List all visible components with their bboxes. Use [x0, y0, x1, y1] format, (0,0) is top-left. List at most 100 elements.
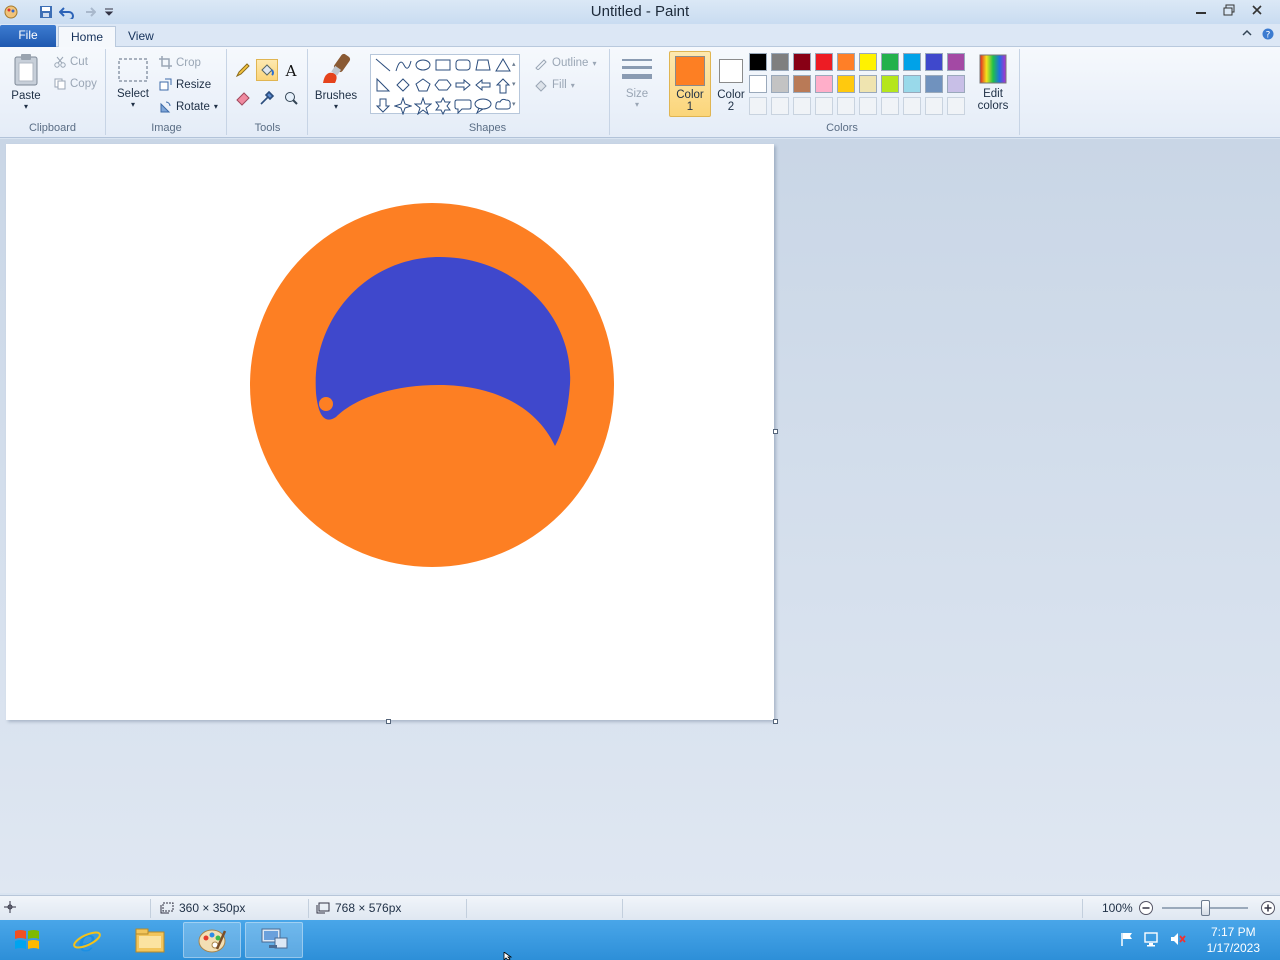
- resize-button[interactable]: Resize: [159, 78, 211, 91]
- outline-button[interactable]: Outline ▾: [534, 56, 596, 70]
- right-arrow-shape[interactable]: [453, 76, 473, 96]
- crop-button[interactable]: Crop: [159, 56, 201, 69]
- palette-swatch[interactable]: [815, 75, 833, 93]
- palette-swatch[interactable]: [859, 75, 877, 93]
- palette-swatch[interactable]: [793, 53, 811, 71]
- palette-swatch[interactable]: [903, 53, 921, 71]
- resize-handle-bottom[interactable]: [386, 719, 391, 724]
- action-center-flag-icon[interactable]: [1119, 931, 1135, 950]
- palette-swatch[interactable]: [903, 75, 921, 93]
- brushes-dropdown-icon: ▾: [333, 102, 338, 111]
- drawing-canvas[interactable]: [6, 144, 774, 720]
- palette-swatch[interactable]: [771, 53, 789, 71]
- help-icon[interactable]: ?: [1262, 28, 1274, 43]
- right-triangle-shape[interactable]: [373, 76, 393, 96]
- color1-button[interactable]: Color 1: [669, 51, 711, 117]
- restore-icon[interactable]: [1216, 0, 1242, 20]
- line-shape[interactable]: [373, 56, 393, 76]
- palette-swatch[interactable]: [749, 53, 767, 71]
- volume-muted-icon[interactable]: [1169, 931, 1187, 950]
- custom-color-slot[interactable]: [947, 97, 965, 115]
- edit-colors-button[interactable]: Edit colors: [973, 53, 1013, 112]
- fill-button[interactable]: Fill ▾: [534, 78, 575, 92]
- close-icon[interactable]: [1244, 0, 1270, 20]
- palette-swatch[interactable]: [881, 53, 899, 71]
- up-arrow-shape[interactable]: [493, 76, 513, 96]
- oval-callout-shape[interactable]: [473, 96, 493, 116]
- custom-color-slot[interactable]: [749, 97, 767, 115]
- diamond-shape[interactable]: [393, 76, 413, 96]
- custom-color-slot[interactable]: [793, 97, 811, 115]
- pentagon-shape[interactable]: [413, 76, 433, 96]
- brushes-button[interactable]: Brushes ▾: [314, 53, 358, 111]
- oval-shape[interactable]: [413, 56, 433, 76]
- custom-color-slot[interactable]: [925, 97, 943, 115]
- palette-swatch[interactable]: [815, 53, 833, 71]
- left-arrow-shape[interactable]: [473, 76, 493, 96]
- polygon-shape[interactable]: [473, 56, 493, 76]
- hexagon-shape[interactable]: [433, 76, 453, 96]
- taskbar-remote-desktop[interactable]: [245, 922, 303, 958]
- eraser-tool[interactable]: [232, 87, 254, 109]
- palette-swatch[interactable]: [881, 75, 899, 93]
- zoom-slider-thumb[interactable]: [1201, 900, 1210, 916]
- color-picker-tool[interactable]: [256, 87, 278, 109]
- custom-color-slot[interactable]: [837, 97, 855, 115]
- tab-file[interactable]: File: [0, 25, 56, 47]
- palette-swatch[interactable]: [771, 75, 789, 93]
- clock[interactable]: 7:17 PM 1/17/2023: [1207, 924, 1260, 956]
- color2-button[interactable]: Color 2: [713, 51, 749, 117]
- tab-home[interactable]: Home: [58, 26, 117, 48]
- palette-swatch[interactable]: [749, 75, 767, 93]
- magnifier-tool[interactable]: [280, 87, 302, 109]
- taskbar-internet-explorer[interactable]: e: [58, 922, 116, 958]
- resize-handle-right[interactable]: [773, 429, 778, 434]
- paste-icon: [14, 54, 38, 86]
- four-point-star-shape[interactable]: [393, 96, 413, 116]
- cloud-callout-shape[interactable]: [493, 96, 513, 116]
- taskbar-file-explorer[interactable]: [121, 922, 179, 958]
- copy-button[interactable]: Copy: [54, 78, 97, 90]
- status-separator: [466, 899, 467, 918]
- cut-button[interactable]: Cut: [54, 56, 88, 68]
- palette-swatch[interactable]: [793, 75, 811, 93]
- down-arrow-shape[interactable]: [373, 96, 393, 116]
- minimize-ribbon-icon[interactable]: [1242, 28, 1252, 43]
- taskbar-paint[interactable]: [183, 922, 241, 958]
- pencil-tool[interactable]: [232, 59, 254, 81]
- rounded-rectangle-shape[interactable]: [453, 56, 473, 76]
- start-button[interactable]: [0, 922, 54, 958]
- network-icon[interactable]: [1143, 931, 1161, 950]
- zoom-in-button[interactable]: [1260, 900, 1276, 916]
- rectangle-shape[interactable]: [433, 56, 453, 76]
- fill-tool[interactable]: [256, 59, 278, 81]
- palette-swatch[interactable]: [859, 53, 877, 71]
- custom-color-slot[interactable]: [859, 97, 877, 115]
- palette-swatch[interactable]: [925, 75, 943, 93]
- triangle-shape[interactable]: [493, 56, 513, 76]
- select-button[interactable]: Select ▾: [113, 55, 153, 109]
- palette-swatch[interactable]: [947, 53, 965, 71]
- six-point-star-shape[interactable]: [433, 96, 453, 116]
- rotate-button[interactable]: Rotate ▾: [159, 100, 218, 113]
- curve-shape[interactable]: [393, 56, 413, 76]
- palette-swatch[interactable]: [925, 53, 943, 71]
- paste-button[interactable]: Paste ▾: [6, 53, 46, 111]
- zoom-out-button[interactable]: [1138, 900, 1154, 916]
- custom-color-slot[interactable]: [881, 97, 899, 115]
- minimize-icon[interactable]: [1188, 0, 1214, 20]
- custom-color-slot[interactable]: [815, 97, 833, 115]
- palette-swatch[interactable]: [837, 75, 855, 93]
- rounded-callout-shape[interactable]: [453, 96, 473, 116]
- shapes-scroll[interactable]: ▴ ▾ ▾: [512, 55, 522, 115]
- size-label: Size: [625, 88, 649, 100]
- palette-swatch[interactable]: [947, 75, 965, 93]
- tab-view[interactable]: View: [116, 26, 166, 48]
- five-point-star-shape[interactable]: [413, 96, 433, 116]
- size-button[interactable]: Size ▾: [618, 55, 656, 109]
- custom-color-slot[interactable]: [903, 97, 921, 115]
- custom-color-slot[interactable]: [771, 97, 789, 115]
- palette-swatch[interactable]: [837, 53, 855, 71]
- text-tool[interactable]: A: [280, 59, 302, 81]
- resize-handle-corner[interactable]: [773, 719, 778, 724]
